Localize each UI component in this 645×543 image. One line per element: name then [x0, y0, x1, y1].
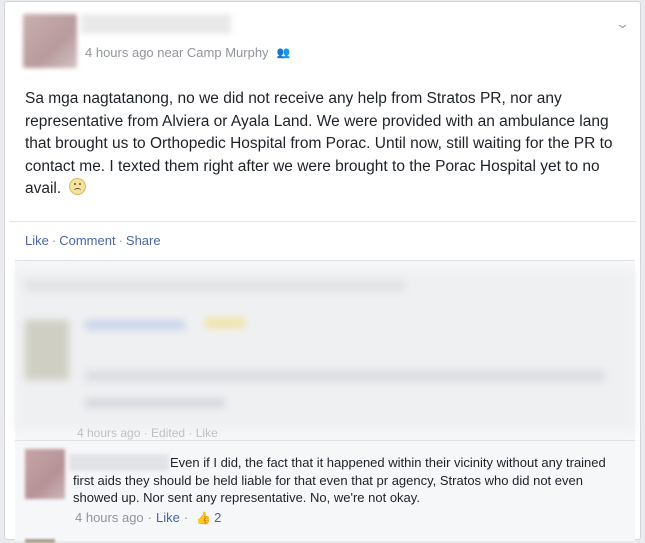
post-text: Sa mga nagtatanong, no we did not receiv… [25, 90, 613, 197]
commenter-avatar[interactable] [25, 449, 65, 499]
author-avatar[interactable] [23, 14, 77, 68]
comment-like-button[interactable]: Like [156, 510, 180, 525]
thumbs-up-icon[interactable]: 👍 [196, 511, 211, 525]
separator-dot: · [118, 233, 123, 248]
share-button[interactable]: Share [126, 233, 161, 248]
comments-section: 4 hours ago · Edited · Like Even if I di… [15, 260, 635, 543]
post-timestamp[interactable]: 4 hours ago near Camp Murphy [85, 45, 269, 60]
separator-dot: · [51, 233, 57, 248]
divider [15, 440, 635, 441]
post-actions: Like · Comment · Share [25, 233, 161, 248]
like-count[interactable]: 2 [214, 510, 221, 525]
chevron-down-icon[interactable]: ⌄ [615, 16, 630, 32]
comment-meta: 4 hours ago · Like · 👍 2 [75, 510, 221, 525]
author-name-redacted[interactable] [81, 14, 231, 34]
redacted-comments [15, 270, 635, 430]
comment-text: Even if I did, the fact that it happened… [73, 454, 613, 507]
comment-body: Even if I did, the fact that it happened… [73, 455, 606, 505]
post-body: Sa mga nagtatanong, no we did not receiv… [25, 88, 625, 201]
divider [15, 260, 635, 261]
sad-face-icon [68, 178, 86, 195]
friends-audience-icon[interactable]: 👥 [277, 46, 291, 59]
comment-button[interactable]: Comment [59, 233, 115, 248]
divider [9, 221, 636, 222]
comment-timestamp[interactable]: 4 hours ago [75, 510, 144, 525]
post-card: 4 hours ago near Camp Murphy 👥 ⌄ Sa mga … [4, 1, 641, 543]
separator-dot: · [183, 510, 189, 525]
separator-dot: · [147, 510, 153, 525]
like-button[interactable]: Like [25, 233, 49, 248]
post-meta: 4 hours ago near Camp Murphy 👥 [85, 45, 290, 60]
blurred-comment-meta: 4 hours ago · Edited · Like [77, 426, 218, 440]
